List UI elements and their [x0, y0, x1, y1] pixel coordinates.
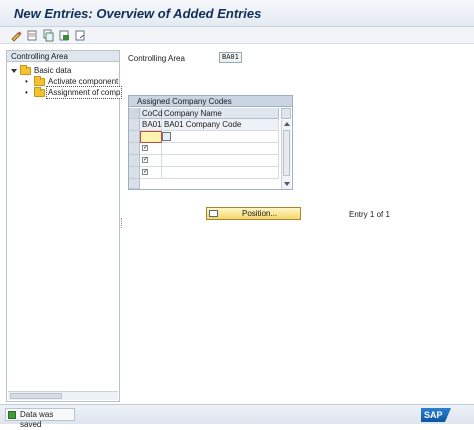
checkbox[interactable]: ✓	[142, 157, 148, 163]
status-message: Data was saved	[20, 410, 54, 429]
company-codes-table: Assigned Company Codes CoCd Company Name…	[128, 95, 293, 190]
navigation-tree: Controlling Area Basic data • Activate c…	[6, 50, 123, 402]
pane-splitter[interactable]	[121, 218, 123, 228]
cocd-input[interactable]	[140, 131, 162, 143]
table-cell-cocd: ✓	[140, 167, 162, 179]
row-selector[interactable]	[129, 167, 140, 179]
window-title: New Entries: Overview of Added Entries	[14, 6, 262, 21]
tree-item-assignment[interactable]: • Assignment of comp	[25, 86, 123, 99]
copy-as-icon[interactable]	[42, 29, 55, 42]
folder-icon	[34, 87, 45, 97]
scroll-thumb[interactable]	[283, 130, 290, 176]
folder-icon	[34, 76, 45, 86]
checkbox[interactable]: ✓	[142, 169, 148, 175]
vertical-scrollbar[interactable]	[281, 120, 291, 189]
tree-item-label: Activate component	[48, 77, 119, 86]
position-icon	[209, 210, 218, 217]
position-button[interactable]: Position...	[206, 207, 301, 220]
table-cell-cocd: BA01	[140, 119, 162, 131]
row-selector[interactable]	[129, 179, 140, 189]
tree-item-basic-data[interactable]: Basic data	[11, 65, 119, 76]
controlling-area-field: BA01	[219, 52, 242, 63]
undo-icon[interactable]	[74, 29, 87, 42]
scroll-thumb[interactable]	[10, 393, 62, 399]
success-icon	[8, 411, 16, 419]
row-selector[interactable]	[129, 131, 140, 143]
bullet-icon: •	[25, 77, 28, 86]
row-selector[interactable]	[129, 155, 140, 167]
value-help-icon[interactable]	[162, 132, 171, 141]
delete-icon[interactable]	[58, 29, 71, 42]
nav-header: Controlling Area	[7, 51, 119, 62]
change-display-icon[interactable]	[10, 29, 23, 42]
table-cell-cocd: ✓	[140, 143, 162, 155]
column-header-company-name[interactable]: Company Name	[162, 108, 279, 119]
column-header-cocd[interactable]: CoCd	[140, 108, 162, 119]
tree-item-label: Basic data	[34, 66, 72, 75]
status-message-box[interactable]: Data was saved	[5, 408, 75, 429]
select-all-button[interactable]	[129, 108, 140, 119]
table-cell-company-name	[162, 143, 279, 155]
column-settings-icon[interactable]	[281, 108, 291, 119]
tree-item-label: Assignment of comp	[45, 86, 123, 99]
table-cell-cocd: ✓	[140, 155, 162, 167]
controlling-area-label: Controlling Area	[128, 54, 185, 63]
folder-icon	[20, 65, 31, 75]
entry-counter: Entry 1 of 1	[349, 210, 390, 219]
table-cell-company-name	[162, 155, 279, 167]
position-button-label: Position...	[242, 209, 278, 218]
status-bar: Data was saved SAP	[0, 404, 474, 429]
title-bar: New Entries: Overview of Added Entries	[0, 0, 474, 27]
scroll-down-icon[interactable]	[284, 182, 290, 186]
row-selector[interactable]	[129, 143, 140, 155]
new-entries-icon[interactable]	[26, 29, 39, 42]
expand-icon[interactable]	[11, 69, 17, 73]
checkbox[interactable]: ✓	[142, 145, 148, 151]
application-toolbar	[0, 27, 474, 44]
tree-item-activate-component[interactable]: • Activate component	[25, 76, 119, 87]
table-cell-company-name	[162, 167, 279, 179]
sap-logo: SAP	[421, 408, 451, 422]
horizontal-scrollbar[interactable]	[8, 391, 118, 400]
row-selector[interactable]	[129, 119, 140, 131]
bullet-icon: •	[25, 88, 28, 97]
table-cell-company-name	[162, 131, 279, 143]
table-title: Assigned Company Codes	[129, 96, 292, 107]
scroll-up-icon[interactable]	[284, 122, 290, 126]
table-cell-company-name: BA01 Company Code	[162, 119, 279, 131]
